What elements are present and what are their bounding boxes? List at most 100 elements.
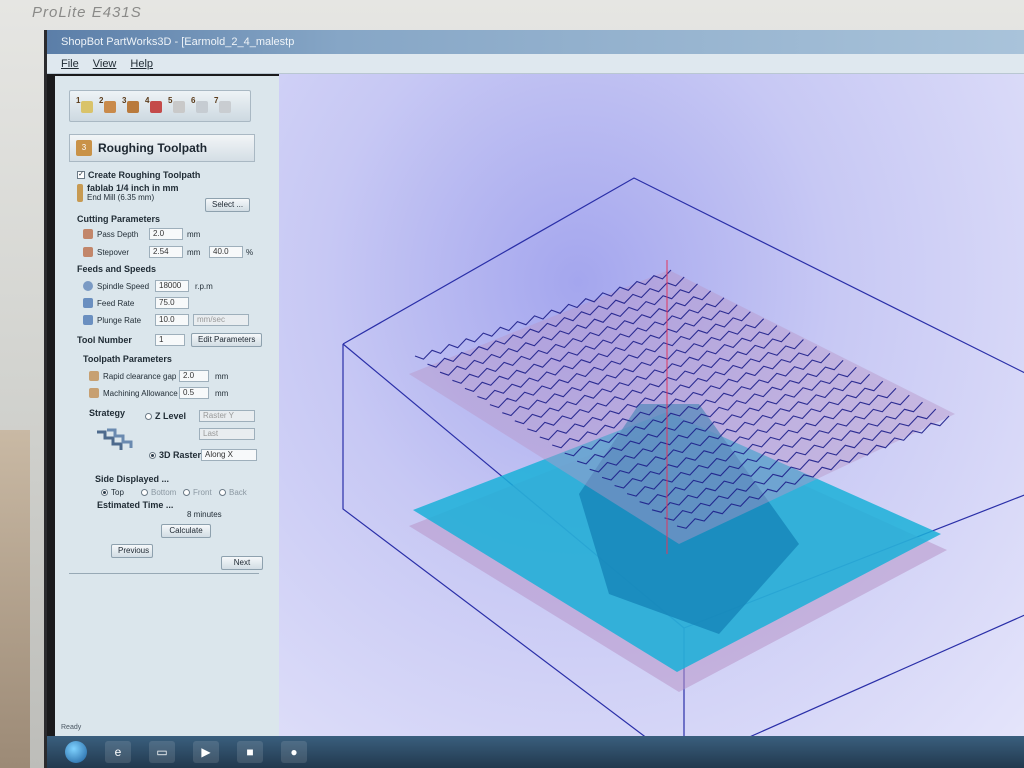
zlevel-radio[interactable] xyxy=(145,412,152,420)
strategy-label: Strategy xyxy=(89,408,126,418)
tool-type: End Mill (6.35 mm) xyxy=(87,193,155,202)
step-2-icon xyxy=(104,101,116,113)
plunge-rate-icon xyxy=(83,315,93,325)
select-tool-button[interactable]: Select ... xyxy=(205,198,251,212)
step-6-button[interactable]: 6 xyxy=(191,96,211,116)
raster-direction-select[interactable]: Along X xyxy=(201,449,257,461)
stepover-input[interactable]: 2.54 xyxy=(149,246,183,258)
allowance-label: Machining Allowance xyxy=(103,388,178,398)
panel-title: Roughing Toolpath xyxy=(98,141,208,155)
wizard-steps: 1 2 3 4 5 6 7 xyxy=(69,90,251,122)
spindle-speed-row: Spindle Speed 18000 r.p.m xyxy=(83,280,213,292)
side-displayed-title: Side Displayed ... xyxy=(95,474,170,484)
pass-depth-row: Pass Depth 2.0 mm xyxy=(83,228,200,240)
side-back-label: Back xyxy=(229,488,247,497)
tool-number-row: Tool Number 1 Edit Parameters xyxy=(77,333,263,347)
next-button[interactable]: Next xyxy=(221,556,263,570)
plunge-rate-input[interactable]: 10.0 xyxy=(155,314,189,326)
3d-viewport[interactable] xyxy=(279,74,1024,768)
step-5-icon xyxy=(173,101,185,113)
side-top-label: Top xyxy=(111,488,124,497)
roughing-icon: 3 xyxy=(76,140,92,156)
window-titlebar: ShopBot PartWorks3D - [Earmold_2_4_males… xyxy=(47,30,1024,54)
end-mill-icon xyxy=(77,183,83,202)
spindle-speed-label: Spindle Speed xyxy=(97,281,150,291)
select-row: Select ... xyxy=(205,198,251,212)
clearance-input[interactable]: 2.0 xyxy=(179,370,209,382)
pass-depth-icon xyxy=(83,229,93,239)
calculate-row: Calculate xyxy=(161,524,211,538)
stepover-percent-input[interactable]: 40.0 xyxy=(209,246,243,258)
calculate-button[interactable]: Calculate xyxy=(161,524,211,538)
zlevel-order-select[interactable]: Last xyxy=(199,428,255,440)
tool-number-label: Tool Number xyxy=(77,335,132,345)
side-back-radio[interactable] xyxy=(219,489,226,496)
step-4-button[interactable]: 4 xyxy=(145,96,165,116)
tool-number-input[interactable]: 1 xyxy=(155,334,185,346)
stepover-icon xyxy=(83,247,93,257)
raster-radio[interactable] xyxy=(149,451,156,459)
side-front-label: Front xyxy=(193,488,212,497)
pass-depth-unit: mm xyxy=(187,229,201,239)
toolpath-preview xyxy=(342,177,1024,768)
browser-icon[interactable]: e xyxy=(105,741,131,763)
spindle-speed-input[interactable]: 18000 xyxy=(155,280,189,292)
spindle-icon xyxy=(83,281,93,291)
zlevel-select2-row: Last xyxy=(199,428,255,440)
toolpath-panel: 1 2 3 4 5 6 7 3 Roughing Toolpath ✓ Crea… xyxy=(55,76,287,748)
feed-rate-label: Feed Rate xyxy=(97,298,135,308)
menu-bar: File View Help xyxy=(47,54,1024,74)
stepover-row: Stepover 2.54 mm 40.0 % xyxy=(83,246,253,258)
pass-depth-input[interactable]: 2.0 xyxy=(149,228,183,240)
stepover-unit: mm xyxy=(187,247,201,257)
tool-name: fablab 1/4 inch in mm xyxy=(87,183,179,193)
side-front-radio[interactable] xyxy=(183,489,190,496)
menu-help[interactable]: Help xyxy=(130,58,153,70)
previous-row: Previous xyxy=(111,544,153,558)
clearance-label: Rapid clearance gap xyxy=(103,371,177,381)
create-roughing-row: ✓ Create Roughing Toolpath xyxy=(77,170,200,180)
menu-file[interactable]: File xyxy=(61,58,79,70)
cutting-parameters-title: Cutting Parameters xyxy=(77,214,161,224)
create-roughing-label: Create Roughing Toolpath xyxy=(88,170,201,180)
raster-label: 3D Raster xyxy=(159,450,202,460)
plunge-rate-row: Plunge Rate 10.0 mm/sec xyxy=(83,314,249,326)
window-title: ShopBot PartWorks3D - [Earmold_2_4_males… xyxy=(61,36,295,48)
feed-rate-input[interactable]: 75.0 xyxy=(155,297,189,309)
tool-info: fablab 1/4 inch in mm End Mill (6.35 mm) xyxy=(77,183,179,202)
rate-unit-select[interactable]: mm/sec xyxy=(193,314,249,326)
start-button[interactable] xyxy=(65,741,87,763)
next-row: Next xyxy=(221,556,263,570)
zlevel-select[interactable]: Raster Y xyxy=(199,410,255,422)
step-3-button[interactable]: 3 xyxy=(122,96,142,116)
side-top-radio[interactable] xyxy=(101,489,108,496)
allowance-unit: mm xyxy=(215,388,229,398)
step-7-button[interactable]: 7 xyxy=(214,96,234,116)
background-desk xyxy=(0,430,30,768)
app-icon[interactable]: ■ xyxy=(237,741,263,763)
allowance-input[interactable]: 0.5 xyxy=(179,387,209,399)
screen: ShopBot PartWorks3D - [Earmold_2_4_males… xyxy=(44,30,1024,768)
step-2-button[interactable]: 2 xyxy=(99,96,119,116)
folder-icon[interactable]: ▭ xyxy=(149,741,175,763)
raster-row: 3D Raster Along X xyxy=(149,449,257,461)
spindle-speed-unit: r.p.m xyxy=(195,281,213,291)
app2-icon[interactable]: ● xyxy=(281,741,307,763)
step-1-button[interactable]: 1 xyxy=(76,96,96,116)
edit-parameters-button[interactable]: Edit Parameters xyxy=(191,333,263,347)
step-5-button[interactable]: 5 xyxy=(168,96,188,116)
status-bar: Ready xyxy=(61,724,82,731)
allowance-row: Machining Allowance 0.5 mm xyxy=(89,387,228,399)
media-icon[interactable]: ▶ xyxy=(193,741,219,763)
feeds-speeds-title: Feeds and Speeds xyxy=(77,264,157,274)
stepover-label: Stepover xyxy=(97,247,130,257)
clearance-icon xyxy=(89,371,99,381)
clearance-unit: mm xyxy=(215,371,229,381)
previous-button[interactable]: Previous xyxy=(111,544,153,558)
panel-separator xyxy=(69,573,259,574)
step-4-icon xyxy=(150,101,162,113)
create-roughing-checkbox[interactable]: ✓ xyxy=(77,171,85,179)
raster-strategy-icon xyxy=(97,428,133,450)
side-bottom-radio[interactable] xyxy=(141,489,148,496)
menu-view[interactable]: View xyxy=(93,58,117,70)
